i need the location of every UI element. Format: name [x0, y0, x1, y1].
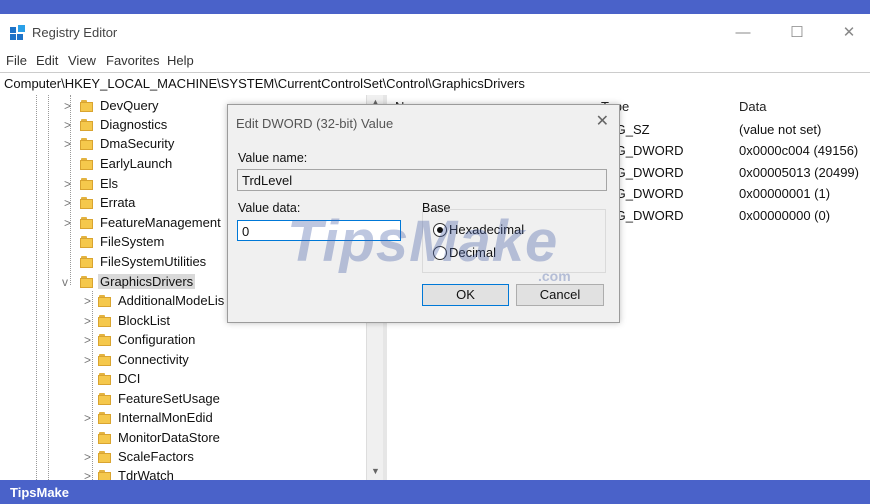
value-data[interactable]: 0x00005013 (20499)	[739, 165, 859, 180]
tree-item-label: FeatureSetUsage	[118, 391, 220, 406]
expand-chevron-icon[interactable]: >	[84, 467, 96, 480]
folder-icon	[98, 432, 111, 444]
tree-item-label: Connectivity	[118, 352, 189, 367]
folder-icon	[98, 354, 111, 366]
folder-icon	[98, 295, 111, 307]
folder-icon	[80, 217, 93, 229]
tree-item-label: ScaleFactors	[118, 449, 194, 464]
menu-file[interactable]: File	[6, 53, 27, 68]
expand-chevron-icon[interactable]: >	[84, 448, 96, 467]
tree-item[interactable]: FeatureSetUsage	[0, 390, 366, 409]
expand-chevron-icon[interactable]: >	[84, 312, 96, 331]
tree-item-label: MonitorDataStore	[118, 430, 220, 445]
cancel-button[interactable]: Cancel	[516, 284, 604, 306]
folder-icon	[98, 373, 111, 385]
maximize-button[interactable]: ☐	[774, 20, 820, 46]
folder-icon	[98, 334, 111, 346]
registry-editor-icon	[10, 25, 25, 40]
folder-icon	[80, 256, 93, 268]
folder-icon	[80, 276, 93, 288]
folder-icon	[80, 236, 93, 248]
menu-help[interactable]: Help	[167, 53, 194, 68]
tree-item-label: Configuration	[118, 332, 196, 347]
value-data[interactable]: (value not set)	[739, 122, 821, 137]
value-name-label: Value name:	[238, 151, 308, 165]
expand-chevron-icon[interactable]: >	[64, 116, 76, 135]
tree-item[interactable]: > InternalMonEdid	[0, 409, 366, 428]
tree-item-label: FeatureManagement	[100, 215, 221, 230]
close-button[interactable]: ✕	[826, 20, 870, 46]
folder-icon	[98, 470, 111, 480]
value-name-text: TrdLevel	[242, 173, 293, 188]
tree-item[interactable]: > ScaleFactors	[0, 448, 366, 467]
footer-brand: TipsMake	[10, 485, 70, 500]
menu-favorites[interactable]: Favorites	[106, 53, 159, 68]
folder-icon	[80, 197, 93, 209]
tree-item-label: FileSystemUtilities	[100, 254, 207, 269]
tree-item-label: Diagnostics	[100, 117, 168, 132]
tree-item-label: DevQuery	[100, 98, 159, 113]
tree-item[interactable]: > TdrWatch	[0, 467, 366, 480]
tree-item-label: BlockList	[118, 313, 171, 328]
dialog-close-icon[interactable]: ✕	[596, 111, 609, 131]
expand-chevron-icon[interactable]: >	[64, 135, 76, 154]
tree-item-label: FileSystem	[100, 234, 165, 249]
watermark-suffix: .com	[538, 268, 571, 284]
expand-chevron-icon[interactable]: >	[84, 331, 96, 350]
menu-edit[interactable]: Edit	[36, 53, 58, 68]
tree-item[interactable]: > Configuration	[0, 331, 366, 350]
value-data[interactable]: 0x00000001 (1)	[739, 186, 830, 201]
folder-icon	[80, 119, 93, 131]
window-title: Registry Editor	[32, 25, 118, 40]
folder-icon	[80, 158, 93, 170]
dialog-title: Edit DWORD (32-bit) Value	[236, 116, 394, 131]
folder-icon	[98, 412, 111, 424]
expand-chevron-icon[interactable]: >	[84, 351, 96, 370]
top-accent-bar	[0, 0, 870, 14]
tree-item-label: AdditionalModeLis	[118, 293, 225, 308]
folder-icon	[80, 178, 93, 190]
tree-item-label: Errata	[100, 195, 136, 210]
ok-button[interactable]: OK	[422, 284, 509, 306]
tree-item-label: Els	[100, 176, 119, 191]
expand-chevron-icon[interactable]: >	[64, 194, 76, 213]
folder-icon	[98, 451, 111, 463]
tree-item[interactable]: > Connectivity	[0, 351, 366, 370]
value-data[interactable]: 0x0000c004 (49156)	[739, 143, 858, 158]
column-header-data[interactable]: Data	[739, 99, 766, 114]
tree-item-label: TdrWatch	[118, 468, 174, 480]
scroll-down-arrow-icon[interactable]: ▼	[371, 466, 380, 476]
tree-item[interactable]: DCI	[0, 370, 366, 389]
expand-chevron-icon[interactable]: >	[64, 175, 76, 194]
tree-item[interactable]: MonitorDataStore	[0, 429, 366, 448]
tree-item-label: DCI	[118, 371, 141, 386]
tree-item-label: DmaSecurity	[100, 136, 175, 151]
folder-icon	[98, 393, 111, 405]
folder-icon	[98, 315, 111, 327]
tree-item-label: GraphicsDrivers	[98, 274, 196, 289]
expand-chevron-icon[interactable]: >	[64, 97, 76, 116]
value-data[interactable]: 0x00000000 (0)	[739, 208, 830, 223]
address-bar[interactable]: Computer\HKEY_LOCAL_MACHINE\SYSTEM\Curre…	[0, 72, 870, 96]
tree-item-label: EarlyLaunch	[100, 156, 173, 171]
menu-view[interactable]: View	[68, 53, 96, 68]
menu-bar: File Edit View Favorites Help	[0, 50, 870, 72]
minimize-button[interactable]: —	[720, 20, 766, 46]
expand-chevron-icon[interactable]: >	[84, 292, 96, 311]
collapse-chevron-icon[interactable]: v	[62, 273, 74, 292]
footer-bar: TipsMake	[0, 480, 870, 504]
folder-icon	[80, 100, 93, 112]
expand-chevron-icon[interactable]: >	[84, 409, 96, 428]
folder-icon	[80, 138, 93, 150]
title-bar: Registry Editor — ☐ ✕	[0, 14, 870, 50]
watermark-logo: TipsMake	[287, 209, 559, 274]
address-path[interactable]: Computer\HKEY_LOCAL_MACHINE\SYSTEM\Curre…	[4, 76, 525, 91]
value-data-text: 0	[242, 224, 250, 239]
tree-item-label: InternalMonEdid	[118, 410, 213, 425]
value-name-field[interactable]: TrdLevel	[237, 169, 607, 191]
expand-chevron-icon[interactable]: >	[64, 214, 76, 233]
